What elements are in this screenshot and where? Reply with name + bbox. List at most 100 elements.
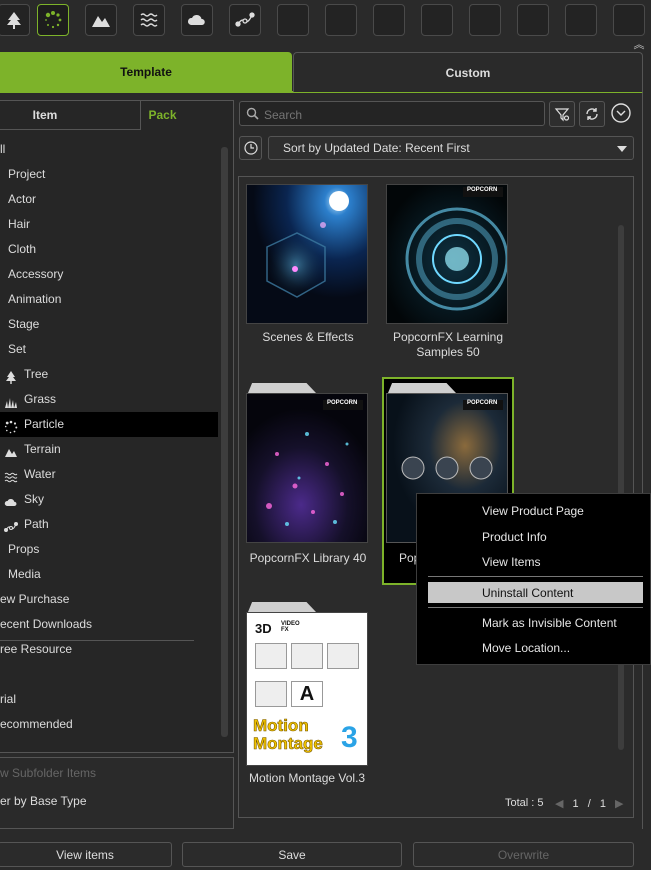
tree-item-label: Animation: [8, 292, 62, 306]
tree-item[interactable]: ecent Downloads: [0, 612, 218, 637]
menu-item-uninstall-content[interactable]: Uninstall Content: [482, 586, 573, 601]
tree-item[interactable]: Tree: [0, 362, 218, 387]
tree-item-label: ecent Downloads: [0, 617, 93, 631]
grid-scrollbar[interactable]: [618, 225, 624, 750]
sort-dropdown[interactable]: Sort by Updated Date: Recent First: [268, 136, 634, 160]
tree-item[interactable]: Set: [0, 337, 218, 362]
tree-item[interactable]: Project: [0, 162, 218, 187]
show-subfolder-items-option[interactable]: w Subfolder Items: [0, 762, 96, 784]
tree-item[interactable]: ll: [0, 137, 218, 162]
search-box[interactable]: [239, 101, 545, 126]
tree-icon: [7, 12, 21, 29]
tab-custom[interactable]: Custom: [293, 52, 643, 92]
menu-item-move-location[interactable]: Move Location...: [482, 641, 570, 656]
mm-number: 3: [341, 721, 358, 754]
subtab-pack[interactable]: Pack: [91, 101, 234, 129]
menu-item-product-info[interactable]: Product Info: [482, 530, 547, 545]
grass-icon: [4, 393, 18, 408]
tree-item[interactable]: Accessory: [0, 262, 218, 287]
tree-item-label: ew Purchase: [0, 592, 70, 606]
search-icon: [246, 107, 259, 120]
tree-item-label: Set: [8, 342, 27, 356]
pack-thumbnail: 3D VIDEO FX A Motion Montage 3: [253, 621, 359, 754]
toolbar-terrain-button[interactable]: [85, 4, 117, 36]
sky-icon: [4, 493, 18, 507]
toolbar-empty-slot[interactable]: [517, 4, 549, 36]
tree-item[interactable]: Media: [0, 562, 218, 587]
tree-item[interactable]: Actor: [0, 187, 218, 212]
filter-button[interactable]: [549, 101, 575, 127]
tree-item-label: ecommended: [0, 717, 73, 731]
terrain-icon: [4, 443, 18, 457]
pack-card[interactable]: [246, 184, 368, 324]
toolbar-particle-button[interactable]: [37, 4, 69, 36]
context-menu: View Product Page Product Info View Item…: [416, 493, 651, 665]
tree-item[interactable]: ew Purchase: [0, 587, 218, 612]
popcornfx-logo: POPCORN: [467, 400, 498, 406]
toolbar-empty-slot[interactable]: [277, 4, 309, 36]
tree-item-label: Actor: [8, 192, 37, 206]
tree-divider: [0, 640, 194, 641]
tree-scrollbar[interactable]: [221, 147, 228, 737]
mm-title: Motion Montage: [253, 716, 323, 753]
tree-item-label: Cloth: [8, 242, 37, 256]
search-input[interactable]: [262, 104, 541, 125]
toolbar-water-button[interactable]: [133, 4, 165, 36]
tree-item[interactable]: Cloth: [0, 237, 218, 262]
tree-item[interactable]: Water: [0, 462, 218, 487]
toolbar-empty-slot[interactable]: [421, 4, 453, 36]
category-panel: Item Pack ll Project Actor Hair Cloth Accesso…: [0, 100, 234, 753]
filter-by-base-type-option[interactable]: er by Base Type: [0, 790, 87, 812]
pack-name: Scenes & Effects: [262, 330, 354, 344]
tree-item[interactable]: Terrain: [0, 437, 218, 462]
tree-item[interactable]: ecommended: [0, 712, 218, 737]
water-icon: [4, 468, 18, 483]
pack-name: Motion Montage Vol.3: [249, 771, 366, 785]
tree-item[interactable]: Hair: [0, 212, 218, 237]
tree-item-label: Props: [8, 542, 40, 556]
view-items-button[interactable]: View items: [0, 842, 172, 867]
toolbar-empty-slot[interactable]: [325, 4, 357, 36]
overwrite-button[interactable]: Overwrite: [413, 842, 634, 867]
tree-item[interactable]: Particle: [0, 412, 218, 437]
folder-tab: [248, 602, 316, 612]
path-icon: [235, 12, 255, 27]
path-icon: [4, 518, 18, 532]
mm-badge: 3D: [255, 621, 272, 636]
next-page-icon[interactable]: ▶: [615, 798, 623, 810]
collapse-toolbar-icon[interactable]: ︽: [632, 38, 646, 52]
tree-item[interactable]: Animation: [0, 287, 218, 312]
menu-item-view-product-page[interactable]: View Product Page: [482, 504, 584, 519]
sort-order-button[interactable]: [239, 136, 262, 160]
pack-card[interactable]: POPCORN: [246, 393, 368, 543]
toolbar-sky-button[interactable]: [181, 4, 213, 36]
pack-card[interactable]: POPCORN: [386, 184, 508, 324]
refresh-button[interactable]: [579, 101, 605, 127]
sky-icon: [187, 14, 205, 25]
tree-item[interactable]: Path: [0, 512, 218, 537]
tree-item-label: Stage: [8, 317, 40, 331]
tree-item[interactable]: Stage: [0, 312, 218, 337]
toolbar-path-button[interactable]: [229, 4, 261, 36]
menu-divider: [428, 576, 643, 577]
pack-card[interactable]: 3D VIDEO FX A Motion Montage 3: [246, 612, 368, 766]
menu-item-mark-invisible[interactable]: Mark as Invisible Content: [482, 616, 617, 631]
toolbar-empty-slot[interactable]: [469, 4, 501, 36]
toolbar-tree-button[interactable]: [0, 4, 30, 36]
more-options-button[interactable]: [609, 101, 633, 125]
menu-divider: [428, 607, 643, 608]
tree-item[interactable]: Props: [0, 537, 218, 562]
filter-icon: [554, 108, 570, 122]
tab-template[interactable]: Template: [0, 52, 292, 92]
tree-item[interactable]: rial: [0, 687, 218, 712]
prev-page-icon[interactable]: ◀: [555, 798, 563, 810]
tree-item-label: Accessory: [8, 267, 64, 281]
tree-item[interactable]: Grass: [0, 387, 218, 412]
tree-item[interactable]: Sky: [0, 487, 218, 512]
popcornfx-logo: POPCORN: [467, 187, 498, 193]
toolbar-empty-slot[interactable]: [613, 4, 645, 36]
menu-item-view-items[interactable]: View Items: [482, 555, 540, 570]
save-button[interactable]: Save: [182, 842, 402, 867]
toolbar-empty-slot[interactable]: [373, 4, 405, 36]
toolbar-empty-slot[interactable]: [565, 4, 597, 36]
